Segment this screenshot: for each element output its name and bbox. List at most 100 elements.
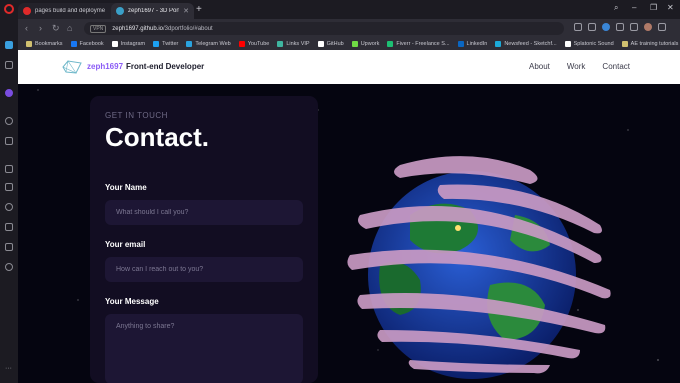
more-icon[interactable]: ··· (5, 365, 13, 375)
bookmark-label: Fiverr - Freelance S... (396, 41, 450, 47)
player-icon[interactable] (5, 117, 13, 125)
url-path: /3dportfolio/#about (163, 25, 213, 32)
bookmark-icon (70, 41, 77, 47)
email-input[interactable] (105, 257, 303, 282)
brand-name: zeph1697 (87, 62, 124, 71)
browser-tab[interactable]: pages build and deployme (18, 3, 121, 19)
logo-icon[interactable] (62, 60, 82, 74)
bookmark-item[interactable]: Fiverr - Freelance S... (387, 41, 450, 47)
new-tab-button[interactable]: + (196, 4, 202, 15)
address-bar-row: ‹ › ↻ ⌂ VPN zeph1697.github.io/3dportfol… (0, 19, 680, 38)
nav-links: About Work Contact (529, 62, 630, 71)
opera-logo-icon[interactable] (4, 4, 14, 14)
forward-button[interactable]: › (39, 23, 42, 33)
bookmark-label: Links VIP (286, 41, 310, 47)
search-tabs-icon[interactable]: ⌕ (614, 3, 618, 13)
contact-form-panel: GET IN TOUCH Contact. Your Name Your ema… (90, 96, 318, 383)
bookmark-label: Facebook (79, 41, 104, 47)
bookmark-icon (457, 41, 464, 47)
nav-link-about[interactable]: About (529, 62, 550, 71)
edit-icon[interactable] (5, 165, 13, 173)
bookmark-icon (238, 41, 245, 47)
bookmark-item[interactable]: GitHub (317, 41, 344, 47)
bookmark-item[interactable]: Telegram Web (186, 41, 231, 47)
speed-dial-icon[interactable] (5, 41, 13, 49)
tab-label: zeph1697 - 3D Portfolio (128, 8, 180, 14)
send-icon[interactable] (5, 137, 13, 145)
message-label: Your Message (105, 297, 159, 306)
bookmark-label: LinkedIn (466, 41, 488, 47)
bookmark-item[interactable]: Twitter (153, 41, 178, 47)
bookmark-item[interactable]: Bookmarks (26, 41, 63, 47)
avatar[interactable] (644, 23, 652, 31)
bookmark-item[interactable]: Instagram (111, 41, 146, 47)
menu-icon[interactable] (658, 23, 666, 31)
maximize-button[interactable]: ❐ (650, 3, 657, 12)
email-label: Your email (105, 240, 146, 249)
minimize-button[interactable]: – (632, 3, 636, 12)
download-icon[interactable] (630, 23, 638, 31)
bookmark-label: Upwork (360, 41, 380, 47)
toolbar-icons (574, 23, 666, 31)
name-label: Your Name (105, 183, 147, 192)
heart-sidebar-icon[interactable] (5, 183, 13, 191)
nav-link-contact[interactable]: Contact (602, 62, 630, 71)
bookmark-label: Bookmarks (35, 41, 63, 47)
bookmark-item[interactable]: LinkedIn (457, 41, 488, 47)
bookmark-icon (317, 41, 324, 47)
bookmark-icon (277, 41, 284, 47)
history-icon[interactable] (5, 203, 13, 211)
bookmark-item[interactable]: Splatonic Sound (564, 41, 614, 47)
close-tab-icon[interactable]: ✕ (183, 7, 189, 15)
messenger-icon[interactable] (5, 89, 13, 97)
url-text: zeph1697.github.io/3dportfolio/#about (112, 26, 212, 32)
message-textarea[interactable] (105, 314, 303, 383)
home-icon[interactable]: ⌂ (67, 23, 72, 33)
tab-label: pages build and deployme (35, 8, 106, 14)
opera-sidebar: ··· (0, 19, 18, 383)
bookmark-label: Twitter (162, 41, 179, 47)
name-input[interactable] (105, 200, 303, 225)
url-field[interactable]: VPN zeph1697.github.io/3dportfolio/#abou… (84, 22, 564, 35)
browser-tab-active[interactable]: zeph1697 - 3D Portfolio ✕ (111, 3, 194, 19)
bookmark-label: Splatonic Sound (573, 41, 614, 47)
settings-gear-icon[interactable] (5, 263, 13, 271)
back-button[interactable]: ‹ (25, 23, 28, 33)
brand[interactable]: zeph1697 Front-end Developer (87, 62, 204, 71)
bookmark-item[interactable]: YouTube (238, 41, 269, 47)
url-host: zeph1697.github.io (112, 25, 163, 32)
bookmark-icon (153, 41, 160, 47)
bookmark-label: AE training tutorials (630, 41, 679, 47)
bookmark-icon (26, 41, 32, 47)
extensions-icon[interactable] (5, 243, 13, 251)
shield-icon[interactable] (602, 23, 610, 31)
site-navbar: zeph1697 Front-end Developer About Work C… (18, 50, 680, 84)
bookmark-item[interactable]: Upwork (351, 41, 380, 47)
bookmark-item[interactable]: Links VIP (277, 41, 310, 47)
globe-tab-icon (116, 7, 124, 15)
reload-button[interactable]: ↻ (52, 23, 60, 34)
vpn-badge[interactable]: VPN (90, 24, 107, 33)
bookmark-icon (387, 41, 394, 47)
portfolio-page: zeph1697 Front-end Developer About Work C… (18, 50, 680, 383)
apps-icon[interactable] (5, 61, 13, 69)
close-window-button[interactable]: ✕ (667, 3, 674, 12)
bookmark-label: Newsfeed - Sketchf... (504, 41, 557, 47)
bookmark-item[interactable]: Newsfeed - Sketchf... (495, 41, 557, 47)
bookmark-label: Telegram Web (195, 41, 231, 47)
nav-link-work[interactable]: Work (567, 62, 586, 71)
bookmark-icon (564, 41, 571, 47)
heart-icon[interactable] (616, 23, 624, 31)
opera-tab-icon (23, 7, 31, 15)
3d-earth-model[interactable] (340, 145, 620, 383)
wallet-icon[interactable] (588, 23, 596, 31)
bookmark-item[interactable]: AE training tutorials (621, 41, 679, 47)
bookmark-item[interactable]: Facebook (70, 41, 104, 47)
bookmark-icon (351, 41, 358, 47)
bookmark-icon (495, 41, 502, 47)
section-title: Contact. (105, 122, 209, 152)
downloads-icon[interactable] (5, 223, 13, 231)
camera-icon[interactable] (574, 23, 582, 31)
bookmarks-bar: Bookmarks Facebook Instagram Twitter Telegra… (18, 38, 680, 50)
bookmark-label: Instagram (120, 41, 146, 47)
